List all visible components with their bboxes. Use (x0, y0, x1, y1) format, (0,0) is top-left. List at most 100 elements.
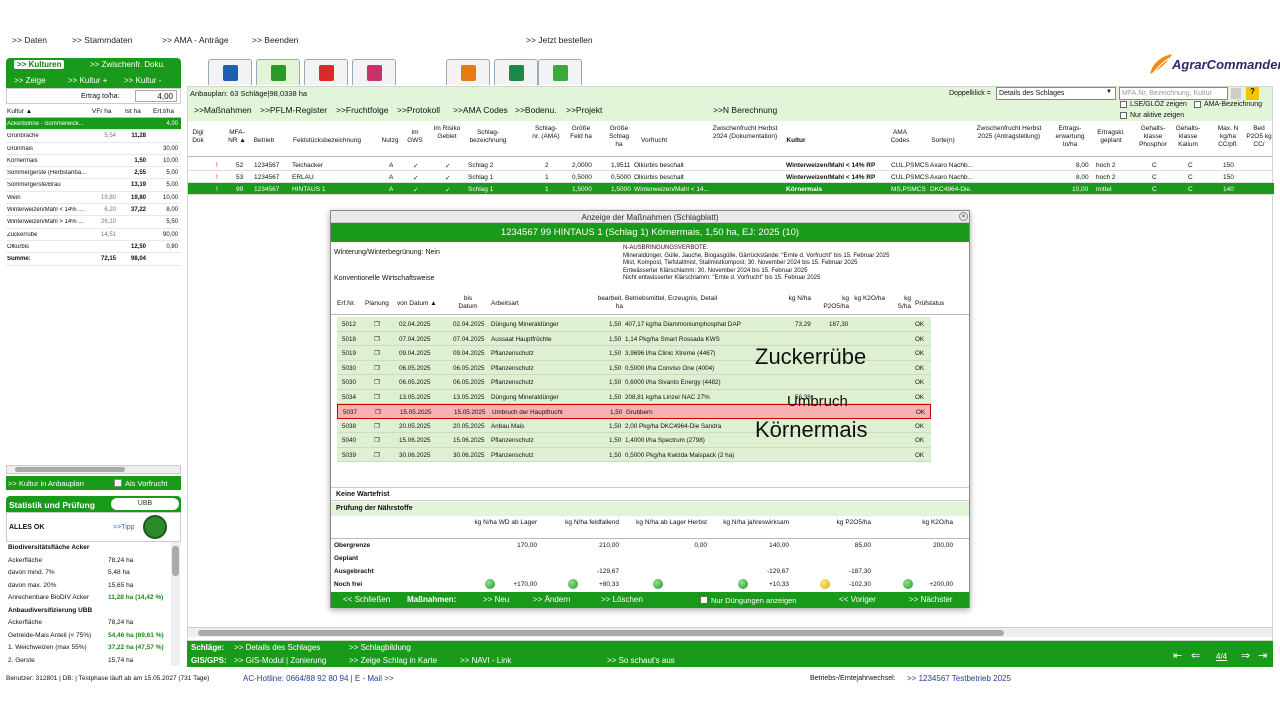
next-page-icon[interactable]: ⇒ (1241, 649, 1250, 662)
tab-edit[interactable] (208, 59, 252, 85)
so-schauts-link[interactable]: >> So schaut's aus (607, 656, 675, 665)
col-pruefstatus[interactable]: Prüfstatus (915, 300, 944, 308)
menu-bestellen[interactable]: >> Jetzt bestellen (526, 35, 593, 45)
main-hscrollbar[interactable] (188, 627, 1272, 637)
col-nutzg[interactable]: Nutzg (379, 137, 401, 145)
table-row[interactable]: 5030 ❐ 06.05.2025 06.05.2025 Pflanzenschutz 1… (337, 375, 931, 390)
col-ama-codes[interactable]: AMA Codes (888, 129, 912, 145)
zeige-karte-link[interactable]: >> Zeige Schlag in Karte (349, 656, 437, 665)
col-vorfrucht[interactable]: Vorfrucht (634, 137, 674, 145)
col-betrieb[interactable]: Betrieb (250, 137, 278, 145)
navi-link[interactable]: >> NAVI - Link (460, 656, 511, 665)
zeige-button[interactable]: >> Zeige (14, 76, 46, 85)
menu-beenden[interactable]: >> Beenden (252, 35, 298, 45)
prev-page-icon[interactable]: ⇐ (1191, 649, 1200, 662)
schlagbildung-link[interactable]: >> Schlagbildung (349, 643, 411, 652)
col-von-datum[interactable]: von Datum ▲ (397, 300, 437, 308)
table-row[interactable]: Sommergerste/Brau 13,19 5,00 (6, 179, 181, 192)
col-betriebsmittel[interactable]: Betriebsmittel, Erzeugnis, Detail (625, 295, 725, 303)
menu-ama[interactable]: >> AMA - Anträge (162, 35, 229, 45)
col-kg-p2o5[interactable]: kg P2O5/ha (815, 295, 849, 311)
table-row[interactable]: Winterweizen/Mahl < 14% ... 6,20 37,22 8,00 (6, 204, 181, 217)
col-schlagnr[interactable]: Schlag-nr. (AMA) (532, 125, 560, 141)
voriger-button[interactable]: << Voriger (839, 595, 876, 604)
ubb-toggle[interactable]: UBB (111, 498, 179, 510)
col-groesse-schlag[interactable]: Größe Schlag ha (606, 125, 632, 149)
col-zwischenfrucht-2024[interactable]: Zwischenfrucht Herbst 2024 (Dokumentatio… (706, 125, 784, 141)
col-groesse-feld[interactable]: Größe Feld ha (568, 125, 594, 141)
link-pflm[interactable]: >>PFLM-Register (260, 105, 327, 115)
first-page-icon[interactable]: ⇤ (1173, 649, 1182, 662)
col-bearbeit-ha[interactable]: bearbeit. ha (589, 295, 623, 311)
table-row[interactable]: Körnermais 1,50 10,00 (6, 155, 181, 168)
col-vfr[interactable]: VFr ha (92, 108, 112, 115)
search-input[interactable]: MFA.Nr, Bezeichnung, Kultur (1119, 87, 1228, 100)
col-ist[interactable]: Ist ha (125, 108, 141, 115)
col-feldstueck[interactable]: Feldstücksbezeichnung (284, 137, 370, 145)
table-row[interactable]: Ackerbohne - Sommerwick... 4,00 (6, 118, 181, 131)
col-ertragserwartung[interactable]: Ertrags-erwartung to/ha (1048, 125, 1092, 149)
col-gws[interactable]: Im GWS (404, 129, 426, 145)
help-icon[interactable]: ? (1246, 87, 1259, 100)
tab-calendar[interactable] (304, 59, 348, 85)
link-ama-codes[interactable]: >>AMA Codes (453, 105, 508, 115)
scroll-thumb[interactable] (15, 467, 125, 472)
table-row[interactable]: Winterweizen/Mahl > 14% ... 26,10 5,50 (6, 216, 181, 229)
table-row[interactable]: Zuckerrübe 14,51 90,00 (6, 229, 181, 241)
col-kg-k2o[interactable]: kg K2O/ha (853, 295, 885, 303)
link-projekt[interactable]: >>Projekt (566, 105, 602, 115)
naechster-button[interactable]: >> Nächster (909, 595, 953, 604)
loeschen-button[interactable]: >> Löschen (601, 595, 643, 604)
col-sorte[interactable]: Sorte(n) (928, 137, 958, 145)
tab-list[interactable] (256, 59, 300, 85)
col-kg-n[interactable]: kg N/ha (787, 295, 811, 303)
col-risiko[interactable]: Im Risiko Gebiet (432, 125, 462, 141)
col-schlagbez[interactable]: Schlag-bezeichnung (468, 129, 508, 145)
link-protokoll[interactable]: >>Protokoll (397, 105, 440, 115)
betrieb-link[interactable]: >> 1234567 Testbetrieb 2025 (907, 674, 1011, 683)
kultur-anbauplan-button[interactable]: >> Kultur in Anbauplan (8, 479, 84, 488)
details-link[interactable]: >> Details des Schlages (234, 643, 320, 652)
col-kultur[interactable]: Kultur (784, 137, 808, 145)
col-arbeitsart[interactable]: Arbeitsart (491, 300, 519, 308)
table-row[interactable]: Ölkürbis 12,50 0,80 (6, 241, 181, 254)
als-vorfrucht-checkbox[interactable] (114, 479, 122, 487)
last-page-icon[interactable]: ⇥ (1258, 649, 1267, 662)
col-digi[interactable]: Digi Dok (189, 129, 207, 145)
scroll-thumb[interactable] (172, 546, 179, 576)
tab-note[interactable] (538, 59, 582, 85)
tab-export[interactable] (494, 59, 538, 85)
gis-modul-link[interactable]: >> GIS-Modul | Zonierung (234, 656, 326, 665)
col-bis-datum[interactable]: bis Datum (457, 295, 479, 311)
lse-checkbox[interactable] (1120, 101, 1127, 108)
link-fruchtfolge[interactable]: >>Fruchtfolge (336, 105, 388, 115)
col-zwischenfrucht-2025[interactable]: Zwischenfrucht Herbst 2025 (Antragstellu… (972, 125, 1046, 141)
col-kultur[interactable]: Kultur ▲ (7, 108, 32, 115)
col-erfnr[interactable]: Erf.Nr. (337, 300, 355, 308)
tab-kulturen[interactable]: >> Kulturen (14, 60, 65, 69)
kultur-plus-button[interactable]: >> Kultur + (68, 76, 107, 85)
neu-button[interactable]: >> Neu (483, 595, 509, 604)
nur-duengungen-checkbox[interactable] (700, 596, 708, 604)
table-row[interactable]: Wein 19,80 19,80 10,00 (6, 192, 181, 205)
ama-bez-checkbox[interactable] (1194, 101, 1201, 108)
table-row[interactable]: Sommergerste (Herbstanba... 2,55 5,00 (6, 167, 181, 180)
table-row[interactable]: ! 53 1234567 ERLAU A ✓ ✓ Schlag 1 1 0,5000 0,5000 Ö… (188, 171, 1274, 183)
link-massnahmen[interactable]: >>Maßnahmen (194, 105, 252, 115)
table-row-selected[interactable]: ! 99 1234567 HINTAUS 1 A ✓ ✓ Schlag 1 1 1,5000 1,5… (188, 183, 1274, 195)
nur-aktive-checkbox[interactable] (1120, 112, 1127, 119)
table-row[interactable]: 5039 ❐ 30.06.2025 30.06.2025 Pflanzenschutz 1… (337, 447, 931, 462)
col-planung[interactable]: Planung (365, 300, 389, 308)
table-row[interactable]: 5012 ❐ 02.04.2025 02.04.2025 Düngung Mineral… (337, 317, 931, 332)
kultur-minus-button[interactable]: >> Kultur - (124, 76, 161, 85)
tab-paragraph[interactable] (446, 59, 490, 85)
left-hscrollbar[interactable] (6, 465, 181, 474)
menu-stammdaten[interactable]: >> Stammdaten (72, 35, 132, 45)
hotline-link[interactable]: AC-Hotline: 0664/88 92 80 94 | E - Mail … (243, 674, 394, 683)
col-ert[interactable]: Ert.t/ha (153, 108, 174, 115)
tab-rotation[interactable] (352, 59, 396, 85)
table-row[interactable]: ! 52 1234567 Teichacker A ✓ ✓ Schlag 2 2 2,0000 1,… (188, 159, 1274, 171)
scroll-thumb[interactable] (198, 630, 1004, 636)
col-kg-s[interactable]: kg S/ha (889, 295, 911, 311)
col-mfa[interactable]: MFA-NR ▲ (226, 129, 248, 145)
